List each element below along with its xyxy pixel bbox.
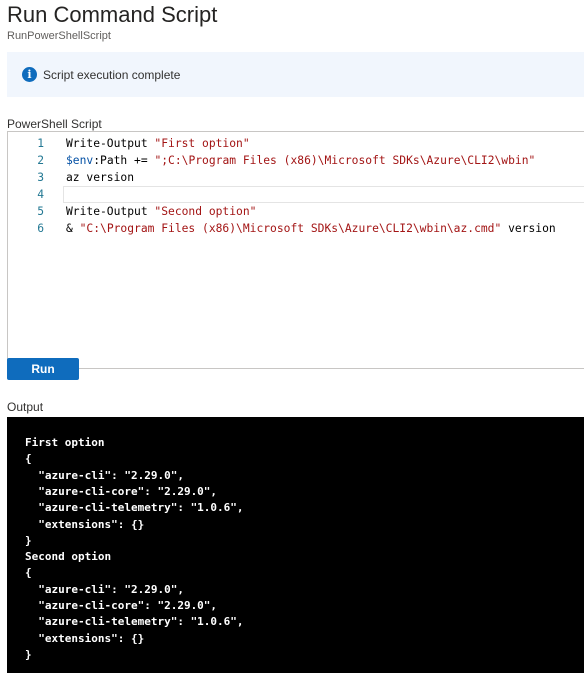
code-text: az version bbox=[66, 171, 135, 184]
code-line[interactable]: 2 $env:Path += ";C:\Program Files (x86)\M… bbox=[8, 152, 584, 169]
output-line: First option bbox=[25, 436, 105, 449]
output-line: { bbox=[25, 452, 32, 466]
output-line: "azure-cli-core": "2.29.0", bbox=[25, 484, 218, 498]
info-message: Script execution complete bbox=[43, 68, 181, 82]
code-line[interactable]: 5 Write-Output "Second option" bbox=[8, 203, 584, 220]
run-button[interactable]: Run bbox=[7, 358, 79, 380]
output-line: Second option bbox=[25, 550, 112, 564]
output-label: Output bbox=[7, 400, 44, 414]
page-subtitle: RunPowerShellScript bbox=[7, 30, 111, 42]
output-line: "azure-cli-telemetry": "1.0.6", bbox=[25, 615, 244, 629]
code-line[interactable]: 6 & "C:\Program Files (x86)\Microsoft SDK… bbox=[8, 220, 584, 237]
line-number: 6 bbox=[37, 222, 44, 235]
code-line[interactable]: 3 az version bbox=[8, 169, 584, 186]
code-text: $env:Path += ";C:\Program Files (x86)\Mi… bbox=[66, 154, 536, 167]
script-label: PowerShell Script bbox=[7, 117, 102, 131]
output-line: "azure-cli": "2.29.0", bbox=[25, 582, 184, 596]
output-line: { bbox=[25, 566, 32, 580]
line-number: 3 bbox=[37, 171, 44, 184]
line-number: 4 bbox=[37, 188, 44, 201]
output-line: "azure-cli-core": "2.29.0", bbox=[25, 599, 218, 612]
code-text: Write-Output "Second option" bbox=[66, 205, 257, 218]
line-number: 5 bbox=[37, 205, 44, 218]
output-line: } bbox=[25, 533, 32, 547]
page-title: Run Command Script bbox=[7, 2, 218, 27]
line-number: 1 bbox=[37, 137, 44, 150]
output-console: First option { "azure-cli": "2.29.0", "az… bbox=[7, 417, 584, 673]
code-line[interactable]: 1 Write-Output "First option" bbox=[8, 135, 584, 152]
code-line[interactable]: 4 bbox=[8, 186, 584, 203]
output-line: "azure-cli-telemetry": "1.0.6", bbox=[25, 501, 244, 515]
script-editor[interactable]: 1 Write-Output "First option" 2 $env:Path +… bbox=[7, 131, 584, 369]
output-line: "extensions": {} bbox=[25, 631, 145, 645]
line-number: 2 bbox=[37, 154, 44, 167]
output-line: "extensions": {} bbox=[25, 517, 145, 531]
info-icon: i bbox=[22, 67, 37, 82]
output-line: "azure-cli": "2.29.0", bbox=[25, 468, 184, 482]
code-text: & "C:\Program Files (x86)\Microsoft SDKs… bbox=[66, 222, 556, 235]
info-banner: i Script execution complete bbox=[7, 52, 584, 97]
code-text: Write-Output "First option" bbox=[66, 137, 250, 150]
output-line: } bbox=[25, 647, 32, 661]
current-line-highlight bbox=[63, 186, 584, 203]
